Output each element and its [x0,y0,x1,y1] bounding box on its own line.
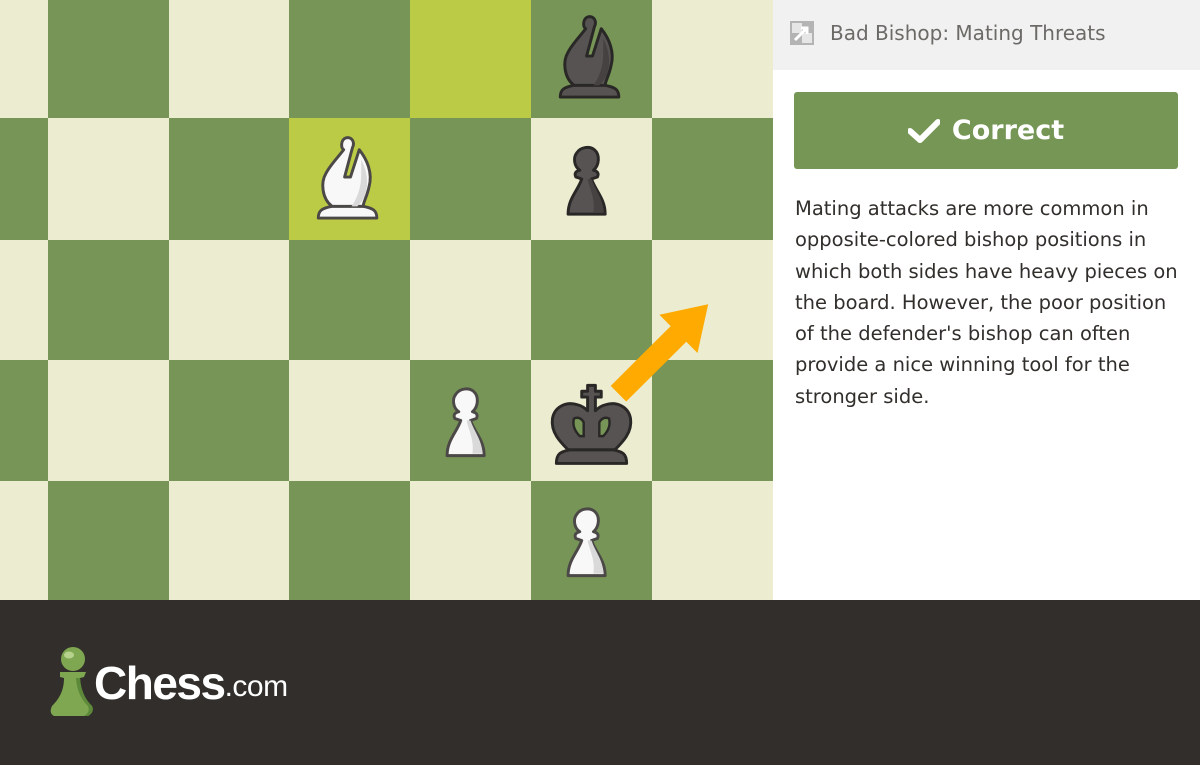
square-g4[interactable] [652,481,773,600]
square-b8[interactable] [48,0,169,118]
square-a8[interactable] [0,0,48,118]
square-c8[interactable] [169,0,289,118]
square-d4[interactable] [289,481,410,600]
panel-header: Bad Bishop: Mating Threats [773,0,1200,70]
square-b6[interactable] [48,240,169,360]
square-d8[interactable] [289,0,410,118]
black-king-f5[interactable] [531,360,652,481]
square-g5[interactable] [652,360,773,481]
footer: Chess .com [0,600,1200,765]
logo-text: Chess [94,657,226,709]
logo-suffix: .com [224,670,289,703]
square-a7[interactable] [0,118,48,240]
lesson-panel: Bad Bishop: Mating Threats Correct Matin… [773,0,1200,600]
square-c4[interactable] [169,481,289,600]
correct-label: Correct [951,115,1065,146]
square-b5[interactable] [48,360,169,481]
chess-com-logo[interactable]: Chess .com [48,644,288,720]
square-g6[interactable] [652,240,773,360]
square-d5[interactable] [289,360,410,481]
square-b7[interactable] [48,118,169,240]
square-b4[interactable] [48,481,169,600]
white-pawn-e5[interactable] [410,360,531,481]
black-pawn-f7[interactable] [531,118,652,240]
square-a5[interactable] [0,360,48,481]
square-e4[interactable] [410,481,531,600]
correct-status-button[interactable]: Correct [794,92,1178,169]
chess-board[interactable] [0,0,773,600]
square-d6[interactable] [289,240,410,360]
white-bishop-d7[interactable] [289,118,410,240]
square-f6[interactable] [531,240,652,360]
black-bishop-f8[interactable] [531,0,652,118]
white-pawn-f4[interactable] [531,481,652,600]
square-a4[interactable] [0,481,48,600]
checkmark-icon [907,118,940,143]
square-g7[interactable] [652,118,773,240]
pawn-logo-icon [50,647,93,716]
lesson-description: Mating attacks are more common in opposi… [795,197,1178,408]
square-c6[interactable] [169,240,289,360]
square-g8[interactable] [652,0,773,118]
square-c7[interactable] [169,118,289,240]
square-e8[interactable] [410,0,531,118]
square-e7[interactable] [410,118,531,240]
square-e6[interactable] [410,240,531,360]
lesson-title: Bad Bishop: Mating Threats [830,21,1106,45]
square-a6[interactable] [0,240,48,360]
square-c5[interactable] [169,360,289,481]
expand-icon[interactable] [790,21,814,45]
